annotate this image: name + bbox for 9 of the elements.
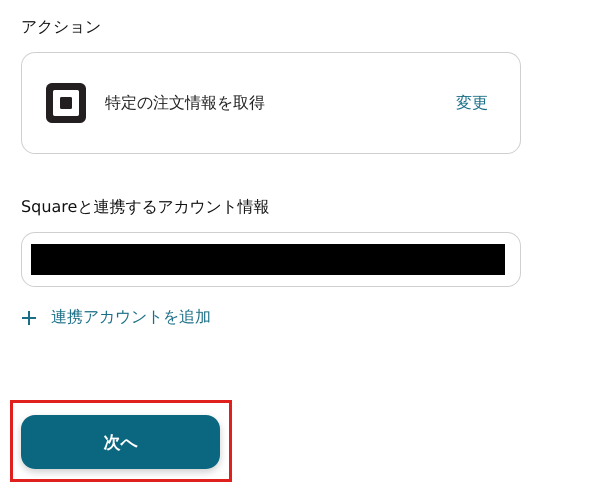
account-field[interactable] — [21, 232, 521, 287]
field-label: Squareと連携するアカウント情報 — [21, 196, 270, 218]
next-button[interactable]: 次へ — [21, 415, 220, 469]
add-account-link[interactable]: 連携アカウントを追加 — [21, 307, 211, 328]
change-link[interactable]: 変更 — [456, 92, 488, 114]
plus-icon — [21, 310, 37, 326]
section-heading: アクション — [21, 16, 101, 38]
square-logo-icon — [46, 83, 86, 124]
action-title: 特定の注文情報を取得 — [105, 92, 266, 114]
